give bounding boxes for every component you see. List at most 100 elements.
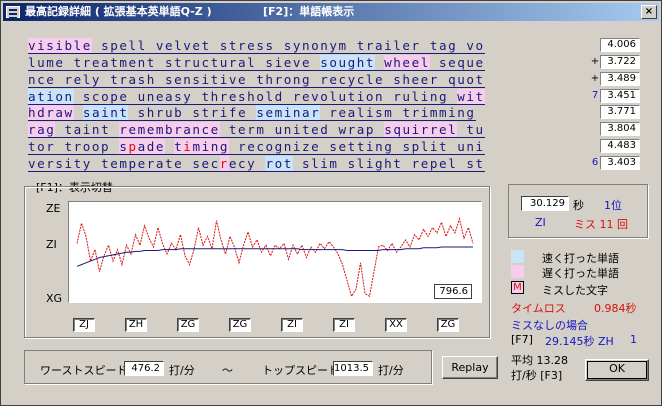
time-loss-value: 0.984秒 bbox=[594, 302, 637, 315]
section-label: ZG bbox=[177, 318, 199, 332]
highlighted-word: rag bbox=[28, 122, 56, 137]
worst-speed-value: 476.2 bbox=[124, 361, 164, 376]
typed-line: rag taint remembrance term united wrap s… bbox=[28, 122, 485, 138]
time-unit: 秒 bbox=[573, 199, 584, 212]
slow-legend-swatch bbox=[511, 265, 524, 278]
title-bar: 最高記録詳細 ( 拡張基本英単語Q-Z ) [F2]：単語帳表示 × bbox=[3, 3, 659, 21]
line-marker: 6 bbox=[591, 157, 599, 168]
text-segment bbox=[74, 105, 83, 120]
worst-speed-label: ワーストスピード bbox=[40, 364, 128, 377]
line-marker: 7 bbox=[591, 90, 599, 101]
typed-line: nce rely trash sensitive throng recycle … bbox=[28, 72, 485, 88]
time-loss-label: タイムロス bbox=[511, 302, 566, 315]
text-segment: shrub strife bbox=[128, 105, 257, 120]
rank: 1位 bbox=[604, 199, 622, 212]
highlighted-word: hdraw bbox=[28, 105, 74, 120]
speed-line bbox=[76, 216, 474, 298]
average-label: 平均 13.28 bbox=[511, 354, 568, 367]
line-speed: 3.489 bbox=[600, 72, 640, 86]
highlighted-word: ming bbox=[192, 139, 229, 154]
line-speed: 3.451 bbox=[600, 89, 640, 103]
highlighted-word: t bbox=[174, 139, 184, 154]
speed-chart-svg bbox=[76, 216, 474, 298]
y-label-bottom: XG bbox=[46, 292, 63, 305]
replay-button[interactable]: Replay bbox=[442, 356, 498, 379]
text-segment bbox=[375, 55, 384, 70]
top-speed-unit: 打/分 bbox=[378, 364, 404, 377]
highlighted-word: wit bbox=[457, 89, 485, 104]
miss-legend-swatch: M bbox=[511, 281, 524, 294]
graph-readout: 796.6 bbox=[434, 284, 472, 299]
y-label-mid: ZI bbox=[46, 238, 57, 251]
section-label: ZJ bbox=[73, 318, 95, 332]
text-segment: realism trimming bbox=[320, 105, 476, 120]
line-speed: 3.771 bbox=[600, 105, 640, 119]
highlighted-word: sought bbox=[320, 55, 376, 70]
highlighted-word: squirrel bbox=[384, 122, 458, 137]
no-miss-rank: 1 bbox=[630, 333, 637, 346]
line-speed: 3.403 bbox=[600, 156, 640, 170]
section-label: ZG bbox=[437, 318, 459, 332]
text-segment: versity temperate sec bbox=[28, 156, 220, 171]
f7-key: [F7] bbox=[511, 333, 533, 346]
close-button[interactable]: × bbox=[641, 5, 657, 19]
text-segment: scope uneasy threshold revolution ruling bbox=[73, 89, 458, 104]
highlighted-word: visible bbox=[28, 38, 92, 53]
highlighted-word: wheel bbox=[384, 55, 430, 70]
text-segment: recognize setting split uni bbox=[228, 139, 485, 154]
highlighted-word: seminar bbox=[256, 105, 321, 120]
text-segment bbox=[165, 139, 174, 154]
text-segment: term united wrap bbox=[219, 122, 385, 137]
typed-line: tor troop spade timing recognize setting… bbox=[28, 139, 485, 155]
text-segment: taint bbox=[55, 122, 120, 137]
line-marker: + bbox=[590, 73, 600, 84]
average-line bbox=[76, 246, 473, 267]
window-menu-icon[interactable] bbox=[6, 6, 20, 19]
total-time: 30.129 bbox=[521, 196, 569, 211]
y-label-top: ZE bbox=[46, 202, 61, 215]
text-segment: nce rely trash sensitive throng recycle … bbox=[28, 72, 485, 87]
section-label: ZI bbox=[333, 318, 355, 332]
range-tilde: 〜 bbox=[222, 364, 233, 377]
line-speed: 4.483 bbox=[600, 139, 640, 153]
line-speed: 4.006 bbox=[600, 38, 640, 52]
line-marker: + bbox=[590, 56, 600, 67]
fast-legend-label: 速く打った単語 bbox=[542, 252, 619, 265]
section-label: ZG bbox=[229, 318, 251, 332]
no-miss-label: ミスなしの場合 bbox=[511, 319, 588, 332]
average-unit[interactable]: 打/秒 [F3] bbox=[511, 367, 562, 383]
missed-char: r bbox=[219, 156, 229, 171]
section-label: XX bbox=[385, 318, 407, 332]
typed-line: visible spell velvet stress synonym trai… bbox=[28, 38, 485, 54]
highlighted-word: ade bbox=[137, 139, 166, 154]
typed-line: ation scope uneasy threshold revolution … bbox=[28, 89, 485, 105]
line-speed: 3.722 bbox=[600, 55, 640, 69]
line-speed: 3.804 bbox=[600, 122, 640, 136]
text-segment: spell velvet stress synonym trailer tag … bbox=[91, 38, 485, 53]
typed-line: hdraw saint shrub strife seminar realism… bbox=[28, 105, 476, 121]
section-label: ZH bbox=[125, 318, 147, 332]
top-speed-value: 1013.5 bbox=[333, 361, 373, 376]
text-segment: lume treatment structural sieve bbox=[28, 55, 321, 70]
slow-legend-label: 遅く打った単語 bbox=[542, 267, 619, 280]
speed-graph[interactable] bbox=[68, 201, 482, 303]
miss-legend-label: ミスした文字 bbox=[542, 284, 608, 297]
ok-button[interactable]: OK bbox=[585, 359, 649, 381]
title-hint: [F2]：単語帳表示 bbox=[263, 5, 355, 18]
rank-word: ZI bbox=[535, 216, 546, 229]
worst-speed-unit: 打/分 bbox=[169, 364, 195, 377]
miss-count: ミス 11 回 bbox=[574, 218, 628, 231]
no-miss-time: 29.145秒 ZH bbox=[545, 335, 614, 348]
fast-legend-swatch bbox=[511, 250, 524, 263]
text-segment: tu bbox=[457, 122, 485, 137]
highlighted-word: saint bbox=[82, 105, 129, 120]
text-segment: tor troop bbox=[28, 139, 120, 154]
section-label: ZI bbox=[281, 318, 303, 332]
typed-line: versity temperate secrecy rot slim sligh… bbox=[28, 156, 485, 172]
typed-line: lume treatment structural sieve sought w… bbox=[28, 55, 485, 71]
text-segment: seque bbox=[429, 55, 485, 70]
text-segment: slim slight repel st bbox=[292, 156, 485, 171]
top-speed-label: トップスピード bbox=[262, 364, 339, 377]
highlighted-word: remembrance bbox=[119, 122, 220, 137]
highlighted-word: rot bbox=[265, 156, 293, 171]
